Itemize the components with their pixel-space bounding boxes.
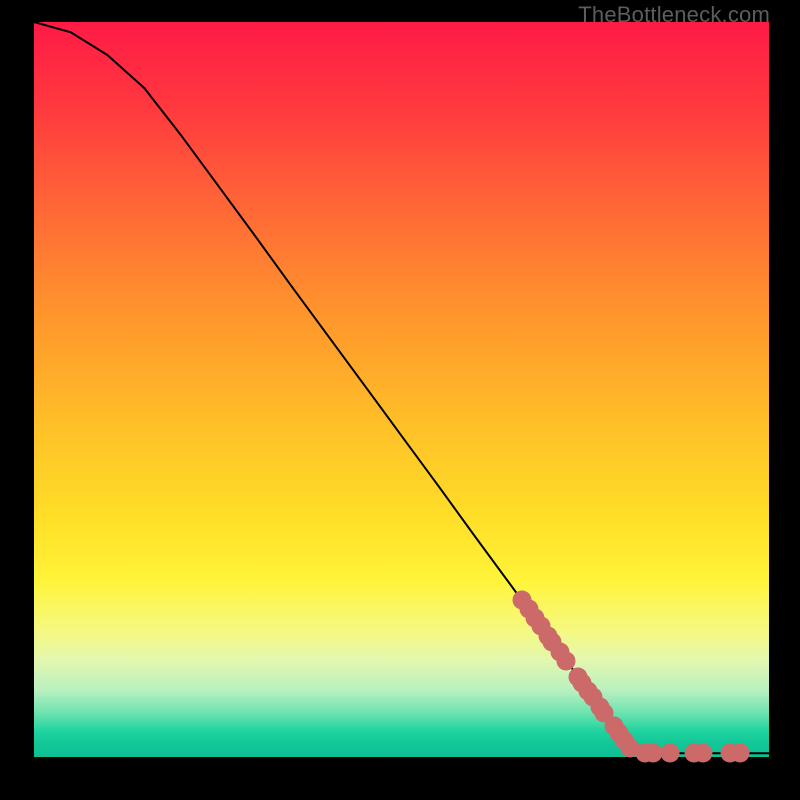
data-marker [693,743,712,762]
chart-canvas: TheBottleneck.com [0,0,800,800]
bottleneck-curve [34,22,769,753]
data-marker [660,743,679,762]
data-marker [731,743,750,762]
plot-area [34,22,769,757]
curve-svg [34,22,769,757]
